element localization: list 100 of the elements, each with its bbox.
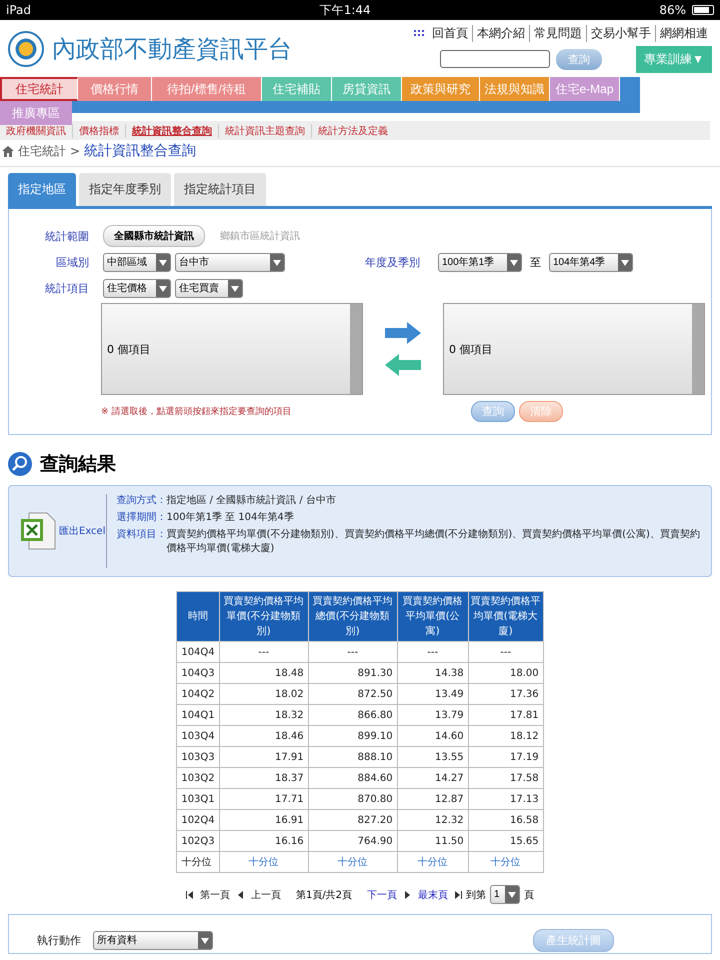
right-arrow-icon[interactable] xyxy=(385,322,421,344)
table-cell: 16.58 xyxy=(468,810,544,830)
sub-nav-link[interactable]: 統計資訊主題查詢 xyxy=(218,124,311,138)
table-cell: --- xyxy=(468,642,544,662)
range-separator: 至 xyxy=(530,254,541,270)
goto-label: 到第 xyxy=(466,888,486,902)
decile-link[interactable]: 十分位 xyxy=(468,852,544,872)
previous-page-link[interactable]: 上一頁 xyxy=(250,888,281,902)
top-link[interactable]: 回首頁 xyxy=(428,24,472,42)
decile-link[interactable]: 十分位 xyxy=(397,852,468,872)
dropdown[interactable]: 中部區域 xyxy=(103,252,171,272)
query-tab[interactable]: 指定統計項目 xyxy=(174,173,266,206)
ministry-logo xyxy=(8,30,44,66)
page-suffix: 頁 xyxy=(524,888,534,902)
dropdown[interactable]: 1 xyxy=(490,885,520,904)
table-cell: 18.37 xyxy=(219,768,308,788)
dots-icon xyxy=(414,30,424,36)
nav-tab[interactable]: 住宅統計 xyxy=(0,77,78,101)
decile-link[interactable]: 十分位 xyxy=(219,852,308,872)
table-cell: 17.19 xyxy=(468,746,544,768)
table-cell: 870.80 xyxy=(308,788,398,810)
table-cell: 12.32 xyxy=(397,810,468,830)
table-cell: 17.58 xyxy=(468,768,544,788)
table-cell: --- xyxy=(308,642,398,662)
first-page-link[interactable]: 第一頁 xyxy=(200,888,230,902)
column-header: 買賣契約價格平均單價(不分建物類別) xyxy=(219,592,308,642)
results-title: 查詢結果 xyxy=(40,452,116,477)
table-cell: 13.49 xyxy=(397,684,468,704)
query-tab[interactable]: 指定年度季別 xyxy=(79,173,171,206)
table-cell: 17.13 xyxy=(468,788,544,810)
first-page-icon xyxy=(186,890,193,898)
dropdown[interactable]: 104年第4季 xyxy=(549,252,633,272)
table-cell: 18.00 xyxy=(468,662,544,684)
breadcrumb-separator: > xyxy=(70,144,80,158)
table-cell: 104Q4 xyxy=(176,642,220,662)
table-cell: 104Q3 xyxy=(176,662,220,684)
table-cell: 18.02 xyxy=(219,684,308,704)
table-cell: 103Q4 xyxy=(176,726,220,746)
sub-nav-link[interactable]: 政府機關資訊 xyxy=(0,124,72,138)
table-cell: 18.32 xyxy=(219,704,308,726)
top-link[interactable]: 本網介紹 xyxy=(472,24,529,42)
summary-value: 指定地區 / 全國縣市統計資訊 / 台中市 xyxy=(166,494,336,508)
scope-option[interactable]: 鄉鎮市區統計資訊 xyxy=(209,225,311,247)
dropdown[interactable]: 100年第1季 xyxy=(438,252,522,272)
search-field[interactable] xyxy=(440,50,550,68)
clock: 下午1:44 xyxy=(320,2,371,18)
last-page-icon xyxy=(455,890,462,898)
next-icon xyxy=(404,890,412,898)
column-header: 買賣契約價格平均總價(不分建物類別) xyxy=(308,592,398,642)
table-cell: 16.16 xyxy=(219,830,308,852)
page-info: 第1頁/共2頁 xyxy=(296,888,352,902)
decile-link[interactable]: 十分位 xyxy=(308,852,398,872)
table-cell: 12.87 xyxy=(397,788,468,810)
table-cell: 866.80 xyxy=(308,704,398,726)
table-cell: 17.81 xyxy=(468,704,544,726)
table-cell: 15.65 xyxy=(468,830,544,852)
dropdown[interactable]: 住宅買賣 xyxy=(175,278,243,298)
selected-items-list[interactable]: 0 個項目 xyxy=(443,303,705,395)
top-link[interactable]: 交易小幫手 xyxy=(586,24,655,42)
table-cell: 13.55 xyxy=(397,746,468,768)
sub-nav-link[interactable]: 統計方法及定義 xyxy=(311,124,394,138)
excel-file-icon[interactable] xyxy=(19,511,57,551)
table-cell: 102Q3 xyxy=(176,830,220,852)
dropdown[interactable]: 住宅價格 xyxy=(103,278,171,298)
sub-nav-link[interactable]: 統計資訊整合查詢 xyxy=(125,124,218,138)
breadcrumb-link[interactable]: 住宅統計 xyxy=(18,142,66,160)
next-page-link[interactable]: 下一頁 xyxy=(367,888,398,902)
dropdown[interactable]: 所有資料 xyxy=(93,930,213,950)
table-cell: 872.50 xyxy=(308,684,398,704)
top-link[interactable]: 常見問題 xyxy=(529,24,586,42)
table-cell: 14.38 xyxy=(397,662,468,684)
table-cell: 888.10 xyxy=(308,746,398,768)
available-items-list[interactable]: 0 個項目 xyxy=(101,303,363,395)
sub-nav-link[interactable]: 價格指標 xyxy=(72,124,125,138)
query-tab[interactable]: 指定地區 xyxy=(8,173,76,206)
site-title: 內政部不動產資訊平台 xyxy=(52,34,292,64)
previous-icon xyxy=(236,890,244,898)
search-result-icon xyxy=(8,452,32,476)
column-header: 買賣契約價格平均單價(公寓) xyxy=(397,592,468,642)
table-cell: 13.79 xyxy=(397,704,468,726)
scope-option[interactable]: 全國縣市統計資訊 xyxy=(103,225,205,247)
table-cell: 827.20 xyxy=(308,810,398,830)
column-header: 買賣契約價格平均單價(電梯大廈) xyxy=(468,592,544,642)
field-label: 執行動作 xyxy=(37,932,81,948)
table-cell: 17.91 xyxy=(219,746,308,768)
instruction-note: ※ 請選取後，點選箭頭按鈕來指定要查詢的項目 xyxy=(101,406,292,418)
table-cell: 764.90 xyxy=(308,830,398,852)
battery-percent: 86% xyxy=(659,3,686,17)
dropdown[interactable]: 台中市 xyxy=(175,252,285,272)
table-cell: 14.27 xyxy=(397,768,468,788)
home-icon xyxy=(2,146,14,156)
summary-label: 資料項目： xyxy=(116,528,166,542)
last-page-link[interactable]: 最末頁 xyxy=(418,888,448,902)
table-cell: 18.12 xyxy=(468,726,544,746)
table-cell: 103Q2 xyxy=(176,768,220,788)
export-excel-link[interactable]: 匯出Excel xyxy=(59,524,106,538)
summary-label: 查詢方式： xyxy=(116,494,166,508)
top-link[interactable]: 網網相連 xyxy=(655,24,712,42)
table-cell: 891.30 xyxy=(308,662,398,684)
table-cell: 11.50 xyxy=(397,830,468,852)
